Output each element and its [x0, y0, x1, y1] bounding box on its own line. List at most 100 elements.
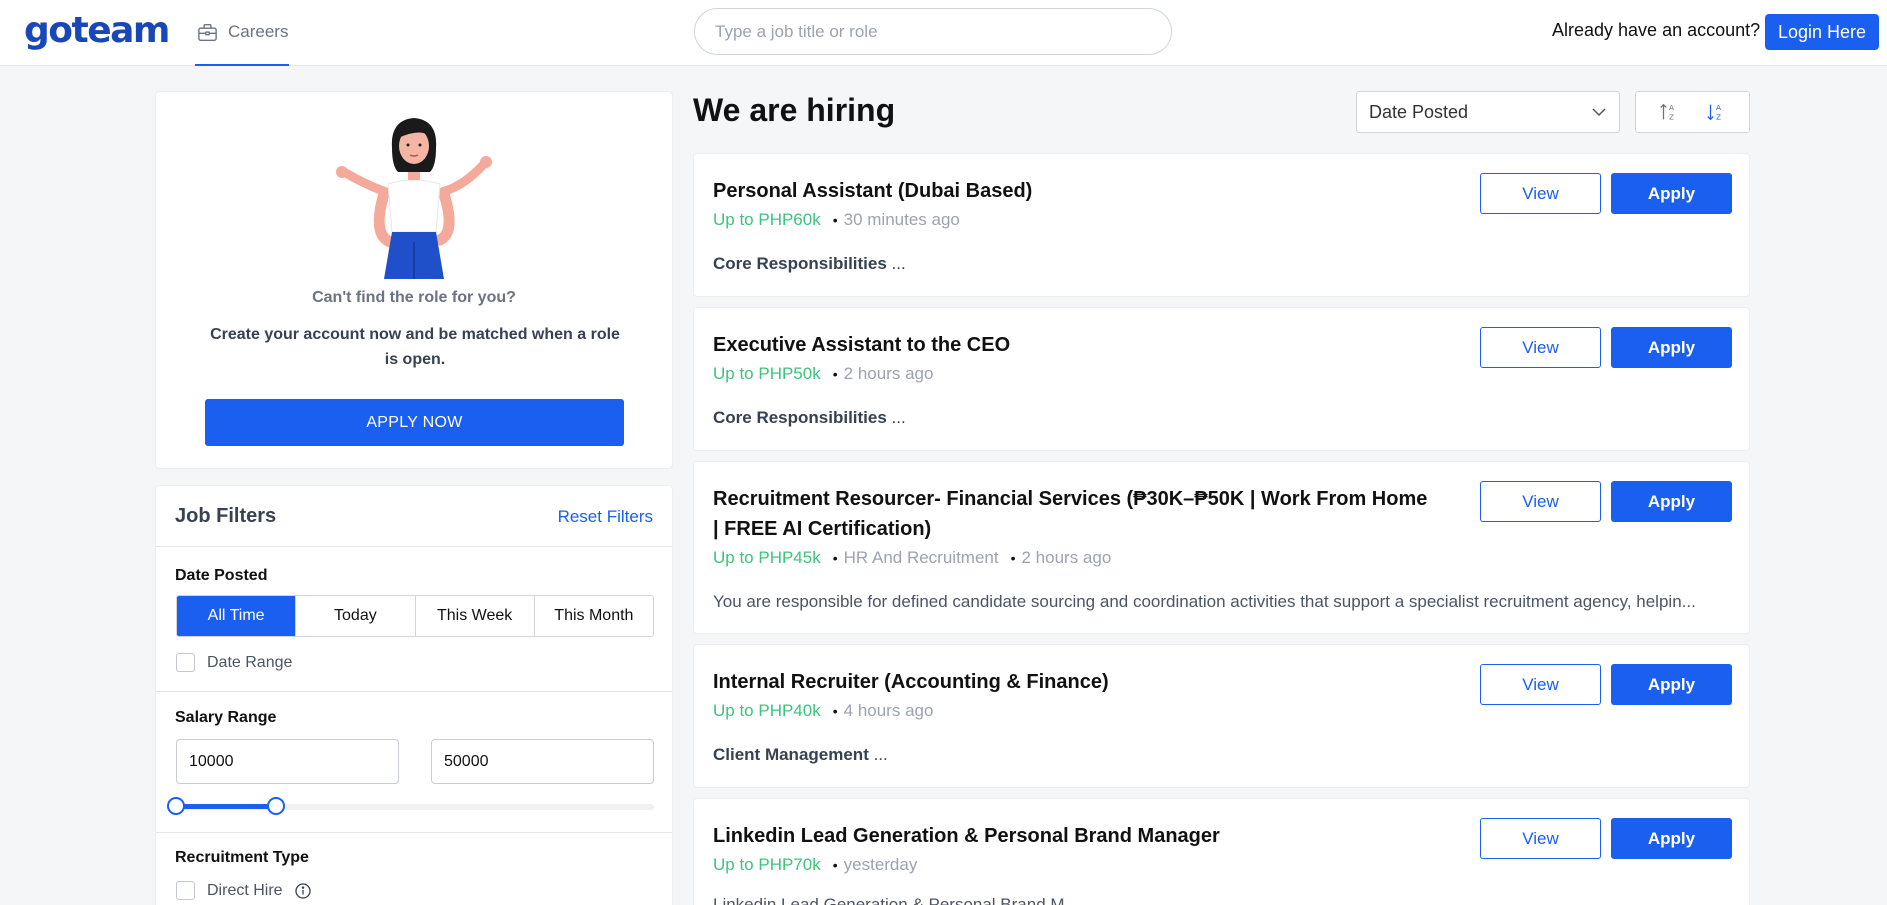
- date-option-today[interactable]: Today: [296, 596, 416, 636]
- bullet-separator: •: [832, 366, 838, 382]
- job-card: Internal Recruiter (Accounting & Finance…: [693, 644, 1750, 788]
- salary-range-label: Salary Range: [175, 709, 277, 726]
- apply-job-button[interactable]: Apply: [1611, 664, 1732, 705]
- job-snippet-heading: Client Management: [713, 745, 869, 764]
- job-card: Executive Assistant to the CEO Up to PHP…: [693, 307, 1750, 451]
- direct-hire-checkbox[interactable]: Direct Hire: [176, 881, 311, 900]
- job-title[interactable]: Internal Recruiter (Accounting & Finance…: [713, 667, 1433, 697]
- apply-job-button[interactable]: Apply: [1611, 481, 1732, 522]
- sort-ascending-icon[interactable]: A Z: [1658, 101, 1680, 123]
- job-title[interactable]: Executive Assistant to the CEO: [713, 330, 1433, 360]
- sort-direction-group: A Z A Z: [1635, 91, 1750, 133]
- apply-job-button[interactable]: Apply: [1611, 818, 1732, 859]
- bullet-separator: •: [832, 703, 838, 719]
- sort-descending-icon[interactable]: A Z: [1705, 101, 1727, 123]
- apply-job-button[interactable]: Apply: [1611, 173, 1732, 214]
- svg-text:Z: Z: [1669, 112, 1674, 121]
- salary-max-input[interactable]: [431, 739, 654, 784]
- view-job-button[interactable]: View: [1480, 327, 1601, 368]
- job-meta: Up to PHP45k • HR And Recruitment • 2 ho…: [713, 548, 1111, 568]
- divider: [156, 832, 672, 833]
- job-meta: Up to PHP60k • 30 minutes ago: [713, 210, 960, 230]
- job-card: Linkedin Lead Generation & Personal Bran…: [693, 798, 1750, 905]
- checkbox-box[interactable]: [176, 653, 195, 672]
- date-range-label: Date Range: [207, 653, 293, 671]
- job-salary: Up to PHP50k: [713, 364, 821, 383]
- chevron-down-icon: [1592, 108, 1606, 117]
- date-option-this-month[interactable]: This Month: [534, 596, 653, 636]
- direct-hire-label: Direct Hire: [207, 881, 283, 899]
- job-snippet: Core Responsibilities ...: [713, 254, 1733, 274]
- apply-job-button[interactable]: Apply: [1611, 327, 1732, 368]
- job-filters-panel: Job Filters Reset Filters Date Posted Al…: [155, 485, 673, 905]
- sort-by-value: Date Posted: [1369, 101, 1469, 122]
- view-job-button[interactable]: View: [1480, 481, 1601, 522]
- nav-careers-label: Careers: [228, 22, 289, 41]
- job-snippet: Core Responsibilities ...: [713, 408, 1733, 428]
- job-title[interactable]: Personal Assistant (Dubai Based): [713, 176, 1433, 206]
- view-job-button[interactable]: View: [1480, 818, 1601, 859]
- promo-question: Can't find the role for you?: [312, 289, 516, 306]
- job-meta: Up to PHP70k • yesterday: [713, 855, 917, 875]
- job-salary: Up to PHP40k: [713, 701, 821, 720]
- job-card: Personal Assistant (Dubai Based) Up to P…: [693, 153, 1750, 297]
- view-job-button[interactable]: View: [1480, 173, 1601, 214]
- svg-text:A: A: [1716, 103, 1721, 112]
- checkbox-box[interactable]: [176, 881, 195, 900]
- divider: [156, 691, 672, 692]
- briefcase-icon: [198, 23, 217, 41]
- apply-now-button[interactable]: APPLY NOW: [205, 399, 624, 446]
- filters-title: Job Filters: [175, 505, 277, 527]
- date-range-checkbox[interactable]: Date Range: [176, 653, 292, 672]
- job-posted-time: 2 hours ago: [843, 364, 934, 383]
- filters-header: Job Filters Reset Filters: [156, 486, 672, 547]
- job-snippet: You are responsible for defined candidat…: [713, 592, 1696, 611]
- salary-min-input[interactable]: [176, 739, 399, 784]
- date-option-all-time[interactable]: All Time: [177, 596, 297, 636]
- bullet-separator: •: [832, 550, 838, 566]
- job-card: Recruitment Resourcer- Financial Service…: [693, 461, 1750, 634]
- sort-by-select[interactable]: Date Posted: [1356, 91, 1620, 133]
- job-salary: Up to PHP45k: [713, 548, 821, 567]
- date-posted-label: Date Posted: [175, 567, 268, 584]
- job-salary: Up to PHP70k: [713, 855, 821, 874]
- salary-slider-fill: [176, 804, 276, 809]
- page-heading: We are hiring: [693, 92, 896, 128]
- job-posted-time: 2 hours ago: [1021, 548, 1112, 567]
- top-header: goteam Careers Already have an account? …: [0, 0, 1887, 66]
- svg-text:Z: Z: [1716, 112, 1721, 121]
- job-posted-time: 30 minutes ago: [843, 210, 960, 229]
- account-prompt: Already have an account?: [1552, 20, 1761, 40]
- job-search-input[interactable]: [694, 8, 1172, 55]
- job-title[interactable]: Recruitment Resourcer- Financial Service…: [713, 484, 1433, 544]
- reset-filters-link[interactable]: Reset Filters: [558, 507, 653, 527]
- job-snippet-rest: ...: [886, 254, 906, 273]
- shrugging-woman-illustration: [336, 118, 492, 279]
- job-posted-time: 4 hours ago: [843, 701, 934, 720]
- salary-slider-min-handle[interactable]: [167, 797, 185, 815]
- date-posted-segmented-control: All Time Today This Week This Month: [176, 595, 654, 637]
- job-meta: Up to PHP50k • 2 hours ago: [713, 364, 933, 384]
- job-posted-time: yesterday: [843, 855, 918, 874]
- svg-text:A: A: [1669, 103, 1674, 112]
- promo-description: Create your account now and be matched w…: [210, 326, 620, 368]
- info-icon[interactable]: [294, 882, 311, 899]
- salary-slider-max-handle[interactable]: [267, 797, 285, 815]
- job-snippet-heading: Core Responsibilities: [713, 254, 887, 273]
- login-button[interactable]: Login Here: [1765, 14, 1879, 50]
- job-title[interactable]: Linkedin Lead Generation & Personal Bran…: [713, 821, 1433, 851]
- job-category: HR And Recruitment: [843, 548, 999, 567]
- goteam-logo[interactable]: goteam: [24, 10, 170, 51]
- view-job-button[interactable]: View: [1480, 664, 1601, 705]
- date-option-this-week[interactable]: This Week: [415, 596, 535, 636]
- job-salary: Up to PHP60k: [713, 210, 821, 229]
- job-snippet-rest: ...: [868, 745, 888, 764]
- job-snippet: Client Management ...: [713, 745, 1733, 765]
- job-snippet-heading: Core Responsibilities: [713, 408, 887, 427]
- recruitment-type-label: Recruitment Type: [175, 849, 309, 866]
- bullet-separator: •: [832, 212, 838, 228]
- promo-card: Can't find the role for you? Create your…: [155, 91, 673, 469]
- job-snippet: Linkedin Lead Generation & Personal Bran…: [713, 895, 1079, 905]
- nav-careers-tab[interactable]: Careers: [195, 0, 289, 66]
- job-meta: Up to PHP40k • 4 hours ago: [713, 701, 933, 721]
